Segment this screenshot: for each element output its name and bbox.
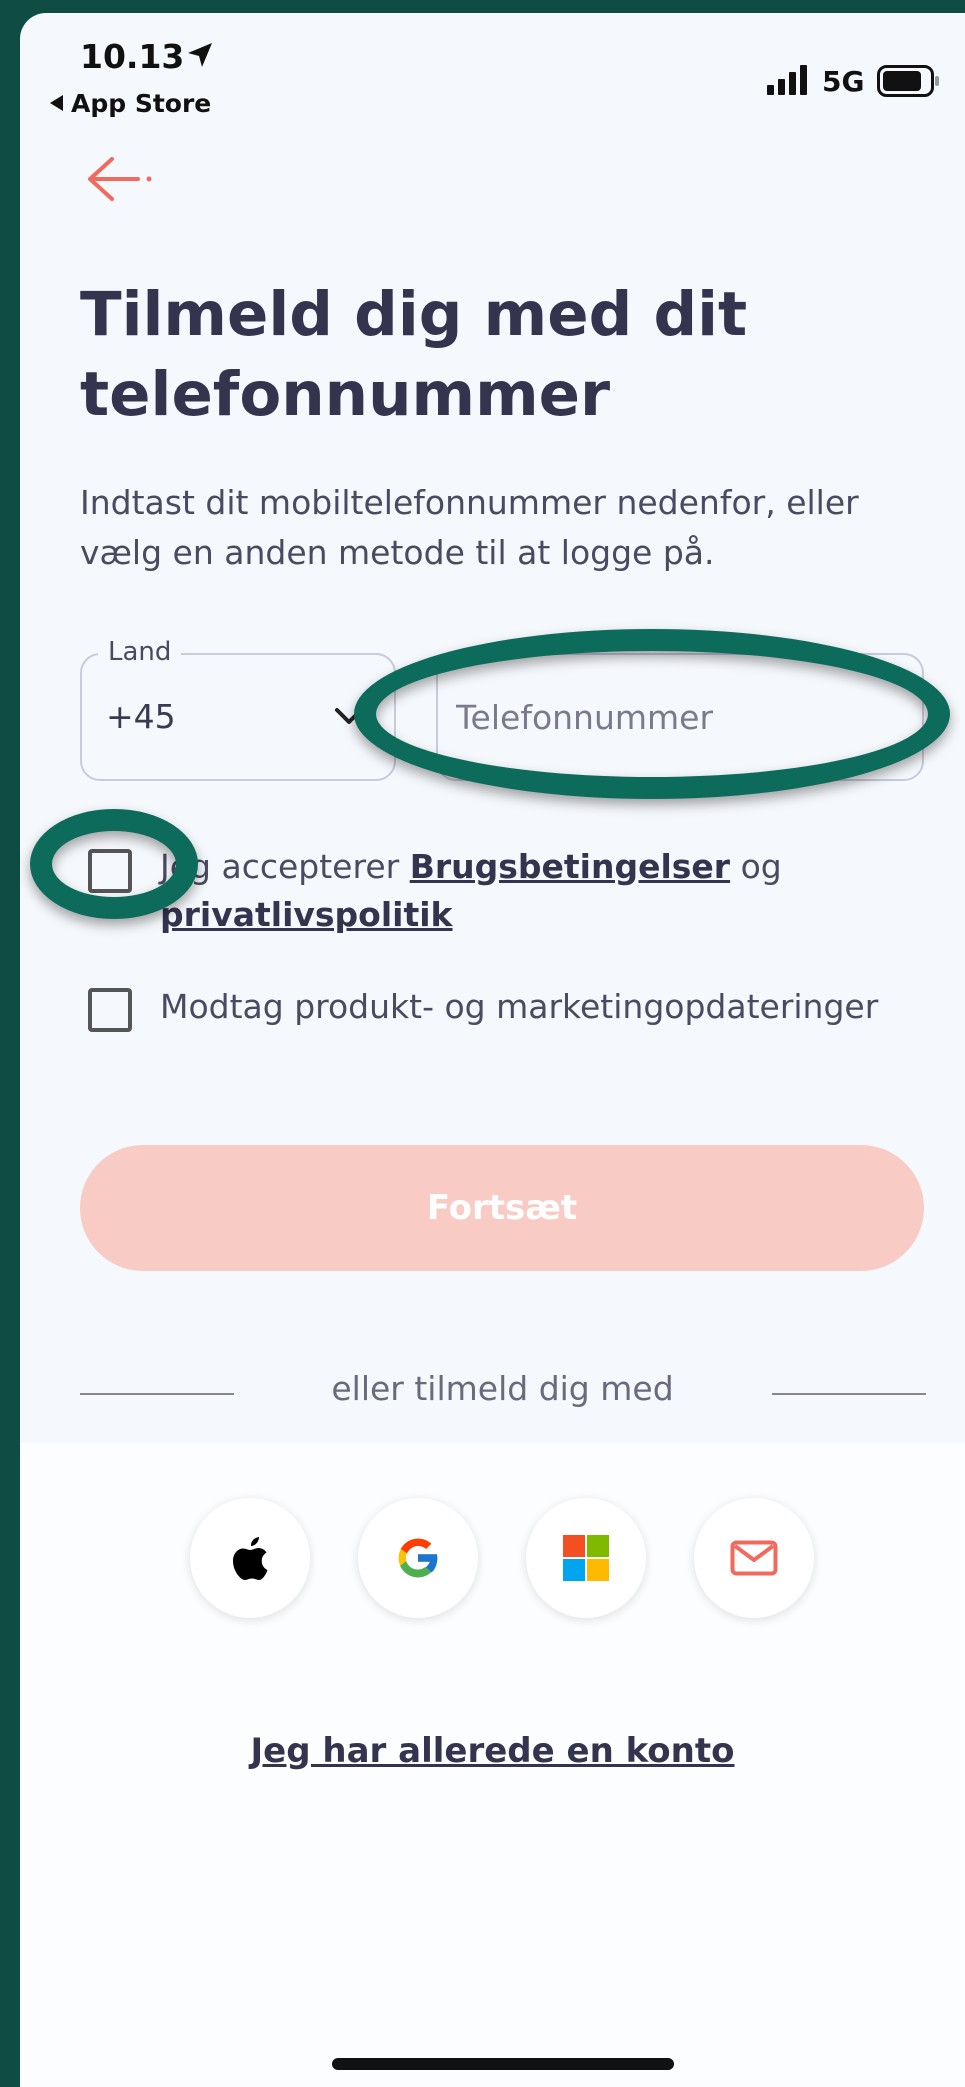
back-arrow-icon[interactable]: [82, 149, 152, 209]
screen: 10.13 App Store 5G Tilmeld dig med dit t…: [20, 13, 965, 2087]
existing-account-link[interactable]: Jeg har allerede en konto: [20, 1731, 965, 1771]
annotation-circle-checkbox: [30, 809, 198, 919]
country-label: Land: [98, 637, 182, 667]
divider-line-right: [772, 1393, 926, 1395]
marketing-checkbox[interactable]: [88, 988, 132, 1032]
country-code-value: +45: [106, 697, 176, 736]
continue-button[interactable]: Fortsæt: [80, 1145, 924, 1271]
apple-icon: [233, 1537, 268, 1580]
microsoft-icon: [563, 1535, 609, 1581]
divider-line-left: [80, 1393, 234, 1395]
back-triangle-icon: [50, 95, 63, 111]
status-time: 10.13: [80, 37, 185, 76]
google-signin-button[interactable]: [358, 1498, 478, 1618]
marketing-label: Modtag produkt- og marketingopdateringer: [160, 987, 879, 1026]
back-app-label: App Store: [71, 89, 212, 118]
signal-icon: [767, 65, 807, 95]
google-icon: [398, 1538, 439, 1578]
page-subtitle: Indtast dit mobiltelefonnummer nedenfor,…: [80, 483, 859, 572]
location-arrow-icon: [188, 43, 212, 67]
battery-icon: [877, 65, 939, 97]
divider-text: eller tilmeld dig med: [331, 1369, 674, 1408]
network-type: 5G: [822, 65, 865, 98]
annotation-circle-phone: [354, 629, 950, 799]
email-signin-button[interactable]: [694, 1498, 814, 1618]
home-indicator: [332, 2058, 674, 2070]
apple-signin-button[interactable]: [190, 1498, 310, 1618]
terms-label: Jeg accepterer Brugsbetingelser og priva…: [160, 843, 920, 939]
privacy-link[interactable]: privatlivspolitik: [160, 895, 453, 934]
page-title: Tilmeld dig med dit telefonnummer: [80, 279, 748, 430]
back-to-app-store[interactable]: App Store: [50, 89, 211, 118]
terms-conjunction: og: [730, 847, 782, 886]
mail-icon: [730, 1540, 778, 1576]
microsoft-signin-button[interactable]: [526, 1498, 646, 1618]
terms-link[interactable]: Brugsbetingelser: [410, 847, 730, 886]
